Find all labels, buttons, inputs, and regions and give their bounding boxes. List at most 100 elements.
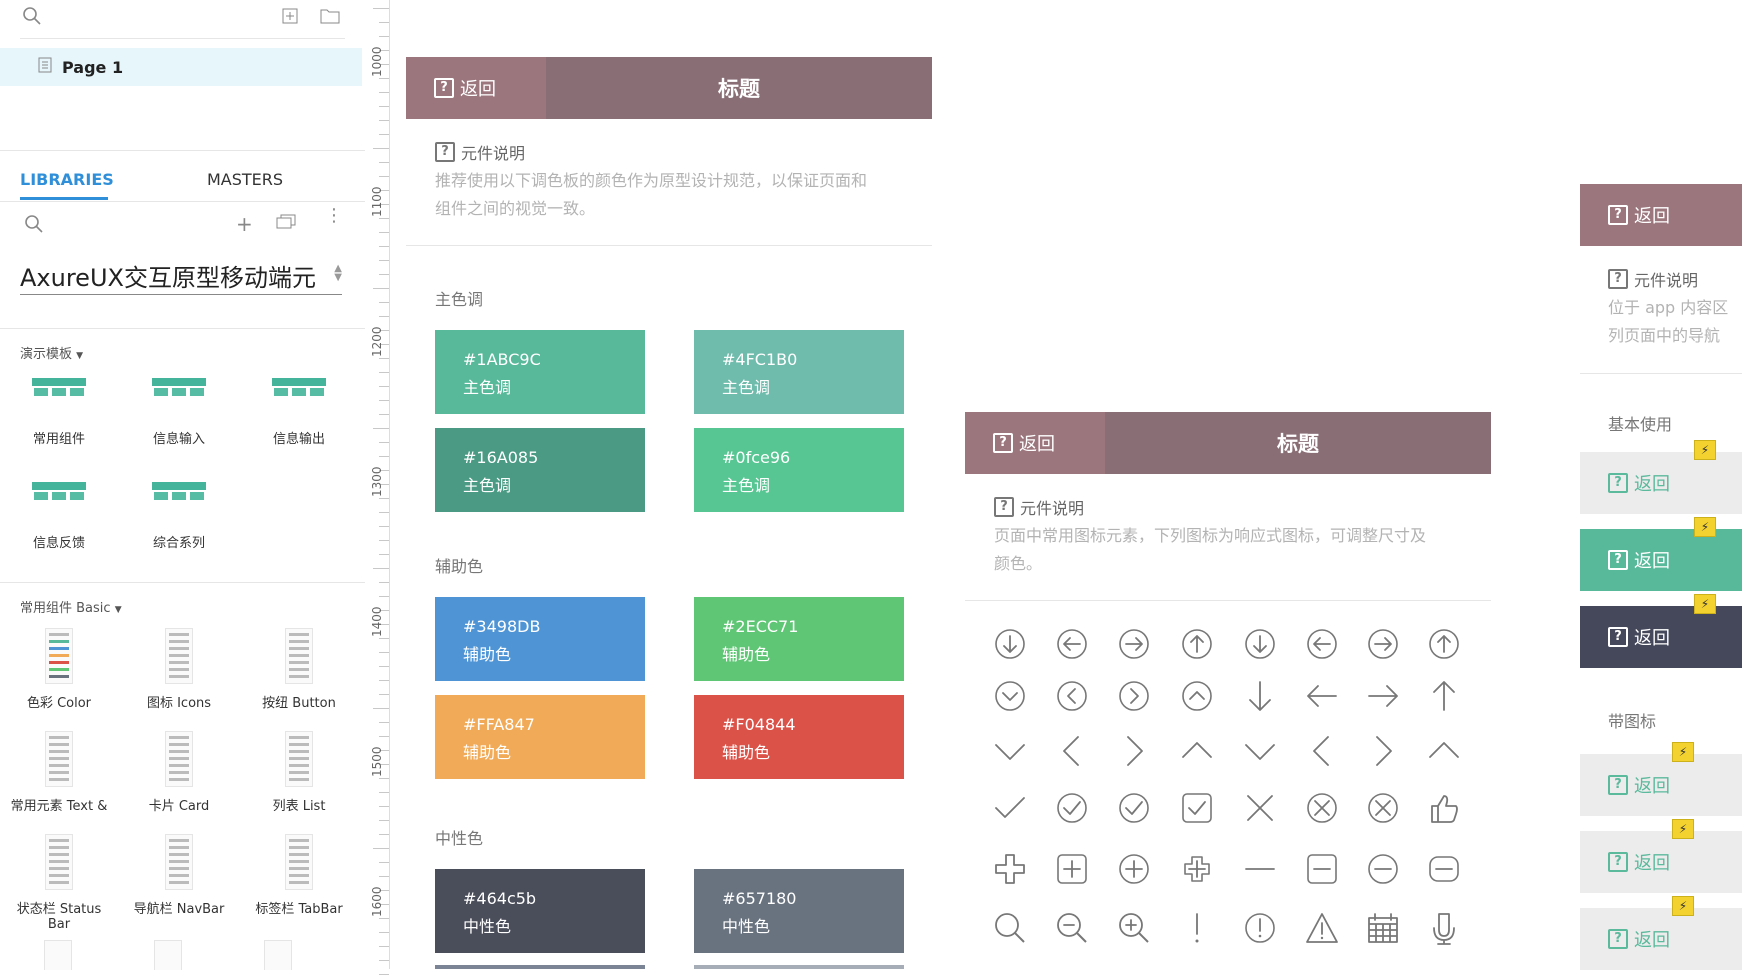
- more-options-icon[interactable]: ⋮: [325, 207, 343, 225]
- library-item[interactable]: 常用元素 Text &: [4, 731, 114, 814]
- right-card-header[interactable]: ? 返回: [1580, 184, 1742, 246]
- back-button[interactable]: ? 返回: [1580, 606, 1742, 668]
- square-plus-icon[interactable]: [1052, 849, 1092, 889]
- ruler-tick: [379, 862, 389, 863]
- chevron-up-alt-icon[interactable]: [1424, 731, 1464, 771]
- arrow-right-icon[interactable]: [1363, 676, 1403, 716]
- library-search-icon[interactable]: [22, 212, 46, 236]
- library-item[interactable]: 卡片 Card: [124, 731, 234, 814]
- group-basic-components[interactable]: 常用组件 Basic ▼: [20, 597, 122, 616]
- zoom-out-icon[interactable]: [1052, 908, 1092, 948]
- back-button[interactable]: ? 返回: [1580, 754, 1742, 816]
- help-icon: ?: [1608, 550, 1628, 570]
- circle-arrow-up-icon[interactable]: [1177, 624, 1217, 664]
- calendar-icon[interactable]: [1363, 908, 1403, 948]
- back-button[interactable]: ? 返回: [1580, 529, 1742, 591]
- circle-exclamation-icon[interactable]: [1240, 908, 1280, 948]
- back-button[interactable]: ? 返回: [406, 57, 546, 119]
- library-item[interactable]: 信息反馈: [4, 482, 114, 551]
- ruler-tick: [379, 316, 389, 317]
- ruler-tick: [379, 778, 389, 779]
- circle-chevron-up-icon[interactable]: [1177, 676, 1217, 716]
- circle-minus-icon[interactable]: [1363, 849, 1403, 889]
- circle-arrow-down-icon[interactable]: [990, 624, 1030, 664]
- plus-icon[interactable]: [990, 849, 1030, 889]
- rounded-minus-icon[interactable]: [1424, 849, 1464, 889]
- chevron-down-icon[interactable]: [990, 731, 1030, 771]
- ruler-tick: [379, 652, 389, 653]
- back-button[interactable]: ? 返回: [1580, 831, 1742, 893]
- chevron-right-alt-icon[interactable]: [1363, 731, 1403, 771]
- page-item[interactable]: Page 1: [0, 48, 362, 86]
- arrow-left-icon[interactable]: [1302, 676, 1342, 716]
- circle-arrow-left-alt-icon[interactable]: [1302, 624, 1342, 664]
- arrow-up-icon[interactable]: [1424, 676, 1464, 716]
- cross-plus-icon[interactable]: [1177, 849, 1217, 889]
- library-item[interactable]: 图标 Icons: [124, 628, 234, 711]
- circle-close-alt-icon[interactable]: [1363, 788, 1403, 828]
- search-icon[interactable]: [990, 908, 1030, 948]
- add-page-icon[interactable]: [278, 4, 302, 28]
- circle-close-icon[interactable]: [1302, 788, 1342, 828]
- microphone-icon[interactable]: [1424, 908, 1464, 948]
- interaction-bolt-icon: ⚡: [1672, 742, 1694, 762]
- chevron-right-icon[interactable]: [1114, 731, 1154, 771]
- circle-chevron-down-icon[interactable]: [990, 676, 1030, 716]
- circle-arrow-left-icon[interactable]: [1052, 624, 1092, 664]
- square-check-icon[interactable]: [1177, 788, 1217, 828]
- back-button[interactable]: ? 返回: [1580, 908, 1742, 970]
- check-icon[interactable]: [990, 788, 1030, 828]
- library-item[interactable]: 按纽 Button: [244, 628, 354, 711]
- ruler-tick: [379, 456, 389, 457]
- exclamation-icon[interactable]: [1177, 908, 1217, 948]
- arrow-down-icon[interactable]: [1240, 676, 1280, 716]
- add-library-icon[interactable]: +: [236, 212, 253, 236]
- circle-arrow-right-icon[interactable]: [1114, 624, 1154, 664]
- ruler-tick: [379, 946, 389, 947]
- circle-chevron-left-icon[interactable]: [1052, 676, 1092, 716]
- close-icon[interactable]: [1240, 788, 1280, 828]
- minus-icon[interactable]: [1240, 849, 1280, 889]
- zoom-in-icon[interactable]: [1114, 908, 1154, 948]
- left-panel: Page 1 LIBRARIES MASTERS + ⋮ AxureUX交互原型…: [0, 0, 366, 970]
- library-select[interactable]: AxureUX交互原型移动端元 ▲ ▼: [20, 258, 342, 295]
- library-item[interactable]: 常用组件: [4, 378, 114, 447]
- square-minus-icon[interactable]: [1302, 849, 1342, 889]
- circle-arrow-down-alt-icon[interactable]: [1240, 624, 1280, 664]
- ruler-tick: [379, 302, 389, 303]
- library-item[interactable]: 导航栏 NavBar: [124, 834, 234, 917]
- back-button[interactable]: ? 返回: [965, 412, 1105, 474]
- ruler-tick: [379, 554, 389, 555]
- library-window-icon[interactable]: [276, 214, 296, 230]
- back-button[interactable]: ? 返回: [1580, 452, 1742, 514]
- thumbs-up-icon[interactable]: [1424, 788, 1464, 828]
- circle-check-icon[interactable]: [1052, 788, 1092, 828]
- folder-icon[interactable]: [318, 4, 342, 28]
- group-demo-templates[interactable]: 演示模板 ▼: [20, 343, 83, 362]
- circle-chevron-right-icon[interactable]: [1114, 676, 1154, 716]
- library-item[interactable]: 色彩 Color: [4, 628, 114, 711]
- tab-masters[interactable]: MASTERS: [207, 170, 283, 189]
- library-item[interactable]: 综合系列: [124, 482, 234, 551]
- tab-libraries[interactable]: LIBRARIES: [20, 170, 114, 189]
- circle-arrow-up-alt-icon[interactable]: [1424, 624, 1464, 664]
- search-icon[interactable]: [20, 4, 44, 28]
- ruler-tick: [373, 8, 389, 9]
- component-thumbnail: [44, 940, 72, 970]
- library-item[interactable]: 状态栏 Status Bar: [4, 834, 114, 932]
- library-item[interactable]: 标签栏 TabBar: [244, 834, 354, 917]
- library-item[interactable]: 信息输入: [124, 378, 234, 447]
- circle-plus-icon[interactable]: [1114, 849, 1154, 889]
- warning-icon[interactable]: [1302, 908, 1342, 948]
- chevron-up-icon[interactable]: [1177, 731, 1217, 771]
- chevron-down-alt-icon[interactable]: [1240, 731, 1280, 771]
- circle-arrow-right-alt-icon[interactable]: [1363, 624, 1403, 664]
- chevron-left-icon[interactable]: [1052, 731, 1092, 771]
- color-swatch: [435, 965, 645, 969]
- library-item[interactable]: 信息输出: [244, 378, 354, 447]
- chevron-left-alt-icon[interactable]: [1302, 731, 1342, 771]
- library-item-label: 常用组件: [32, 432, 85, 447]
- ruler-tick: [379, 582, 389, 583]
- circle-check-alt-icon[interactable]: [1114, 788, 1154, 828]
- library-item[interactable]: 列表 List: [244, 731, 354, 814]
